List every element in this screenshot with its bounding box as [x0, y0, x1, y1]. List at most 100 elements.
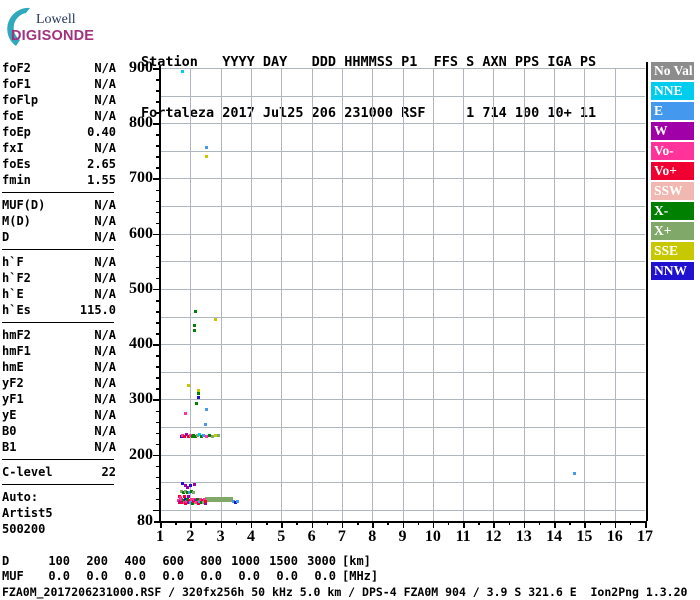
- legend-item-noval: No Val: [651, 62, 694, 80]
- y-axis-minor-tick: [156, 90, 160, 92]
- muf-value: 0.0: [86, 569, 108, 583]
- gridline-vertical: [190, 68, 192, 521]
- echo-point: [193, 328, 197, 332]
- y-axis-tick: [153, 454, 160, 457]
- y-axis-label: 200: [129, 445, 153, 463]
- sidebar-footer-line: 500200: [2, 522, 46, 536]
- x-axis-label: 16: [606, 528, 623, 545]
- status-line: FZA0M_2017206231000.RSF / 320fx256h 50 k…: [2, 585, 688, 599]
- legend-item-w: W: [651, 122, 694, 140]
- y-axis-minor-tick: [156, 200, 160, 203]
- sidebar-divider: [2, 192, 114, 193]
- gridline-vertical: [584, 68, 586, 521]
- parameter-value: 0.40: [87, 125, 116, 139]
- ionogram-plot: 1 2 3 4 5 6 7 8 9 10 11 12 13 14 15 16 17 900 800 700 600 500…: [129, 59, 653, 545]
- x-axis-minor-tick: [266, 521, 268, 525]
- y-axis-minor-tick: [156, 266, 160, 269]
- distance-value: 1000: [231, 554, 260, 568]
- y-axis-minor-tick: [156, 167, 160, 169]
- parameter-label: yF2: [2, 376, 24, 390]
- sidebar-divider: [2, 322, 114, 323]
- legend-item-nnw: NNW: [651, 262, 694, 280]
- parameter-value: N/A: [94, 141, 116, 155]
- muf-value: 0.0: [238, 569, 260, 583]
- echo-point: [182, 494, 186, 498]
- es-layer-trace: [205, 496, 233, 503]
- parameter-value: N/A: [94, 198, 116, 212]
- gridline-vertical: [311, 68, 313, 521]
- parameter-sidebar: foF2 N/A foF1 N/A foFlp N/A foE N/A foEp 0.40 fxI N…: [2, 60, 116, 537]
- x-axis-label: 8: [368, 528, 377, 545]
- parameter-row: hmF2 N/A: [2, 327, 116, 343]
- echo-point: [192, 323, 196, 327]
- y-axis-minor-tick: [156, 79, 160, 81]
- logo-lowell-text: Lowell: [36, 12, 76, 27]
- parameter-value: N/A: [94, 255, 116, 269]
- x-axis-label: 7: [337, 528, 346, 545]
- x-axis-minor-tick: [629, 521, 632, 525]
- parameter-label: MUF(D): [2, 198, 46, 212]
- legend-item-x-: X-: [651, 202, 694, 220]
- parameter-row: yF2 N/A: [2, 375, 116, 391]
- parameter-label: foF1: [2, 77, 31, 91]
- x-axis-minor-tick: [417, 521, 420, 525]
- sidebar-divider: [2, 484, 114, 485]
- muf-value: 0.0: [314, 569, 336, 583]
- x-axis-label: 6: [307, 528, 316, 545]
- x-axis-minor-tick: [569, 521, 571, 525]
- x-axis-tick: [645, 521, 647, 528]
- gridline-vertical: [493, 68, 495, 521]
- x-axis-minor-tick: [387, 521, 389, 525]
- parameter-row: foFlp N/A: [2, 92, 116, 108]
- x-axis-minor-tick: [447, 521, 450, 525]
- distance-row: D 100 200 400 600 800 1000 1500 3000 [km]: [2, 554, 378, 569]
- x-axis-tick: [311, 521, 314, 528]
- y-axis-tick: [153, 288, 160, 291]
- y-axis-minor-tick: [156, 222, 160, 225]
- parameter-label: yF1: [2, 392, 24, 406]
- parameter-row: hmF1 N/A: [2, 343, 116, 359]
- sidebar-footer-line: Auto:: [2, 490, 39, 504]
- muf-value: 0.0: [276, 569, 298, 583]
- parameter-row: foF1 N/A: [2, 76, 116, 92]
- echo-point: [205, 145, 209, 149]
- y-axis-tick: [153, 399, 160, 401]
- parameter-label: h`Es: [2, 303, 31, 317]
- y-axis-tick: [153, 344, 160, 346]
- sidebar-footer: Auto: Artist5 500200: [2, 489, 116, 537]
- muf-value: 0.0: [48, 569, 70, 583]
- y-axis-minor-tick: [156, 410, 160, 412]
- x-axis-tick: [402, 521, 404, 528]
- y-axis-label: 80: [137, 512, 153, 529]
- parameter-value: 115.0: [79, 303, 116, 317]
- parameter-row: B0 N/A: [2, 423, 116, 439]
- x-axis-label: 5: [277, 528, 286, 545]
- parameter-row: fmin 1.55: [2, 172, 116, 188]
- x-axis-tick: [614, 521, 617, 528]
- y-axis-tick: [153, 178, 160, 180]
- parameter-row: hmE N/A: [2, 359, 116, 375]
- x-axis-tick: [220, 521, 223, 528]
- y-axis-label: 900: [129, 59, 153, 76]
- echo-point: [194, 401, 198, 405]
- gridline-vertical: [614, 68, 616, 521]
- distance-value: 100: [48, 554, 70, 568]
- legend-item-nne: NNE: [651, 82, 694, 100]
- parameter-row: D N/A: [2, 229, 116, 245]
- parameter-row: foF2 N/A: [2, 60, 116, 76]
- x-axis-label: 11: [455, 528, 471, 545]
- x-axis-label: 12: [485, 528, 502, 545]
- parameter-label: foFlp: [2, 93, 39, 107]
- parameter-label: M(D): [2, 214, 31, 228]
- gridline-vertical: [463, 68, 465, 521]
- gridline-vertical: [372, 68, 374, 521]
- parameter-row: h`Es 115.0: [2, 302, 116, 318]
- sidebar-divider: [2, 459, 114, 460]
- parameter-value: 2.65: [87, 157, 116, 171]
- sidebar-divider: [2, 249, 114, 250]
- parameter-label: hmE: [2, 360, 24, 374]
- x-axis-tick: [341, 521, 344, 528]
- parameter-row: foEp 0.40: [2, 124, 116, 140]
- parameter-value: N/A: [94, 360, 116, 374]
- parameter-label: D: [2, 230, 10, 244]
